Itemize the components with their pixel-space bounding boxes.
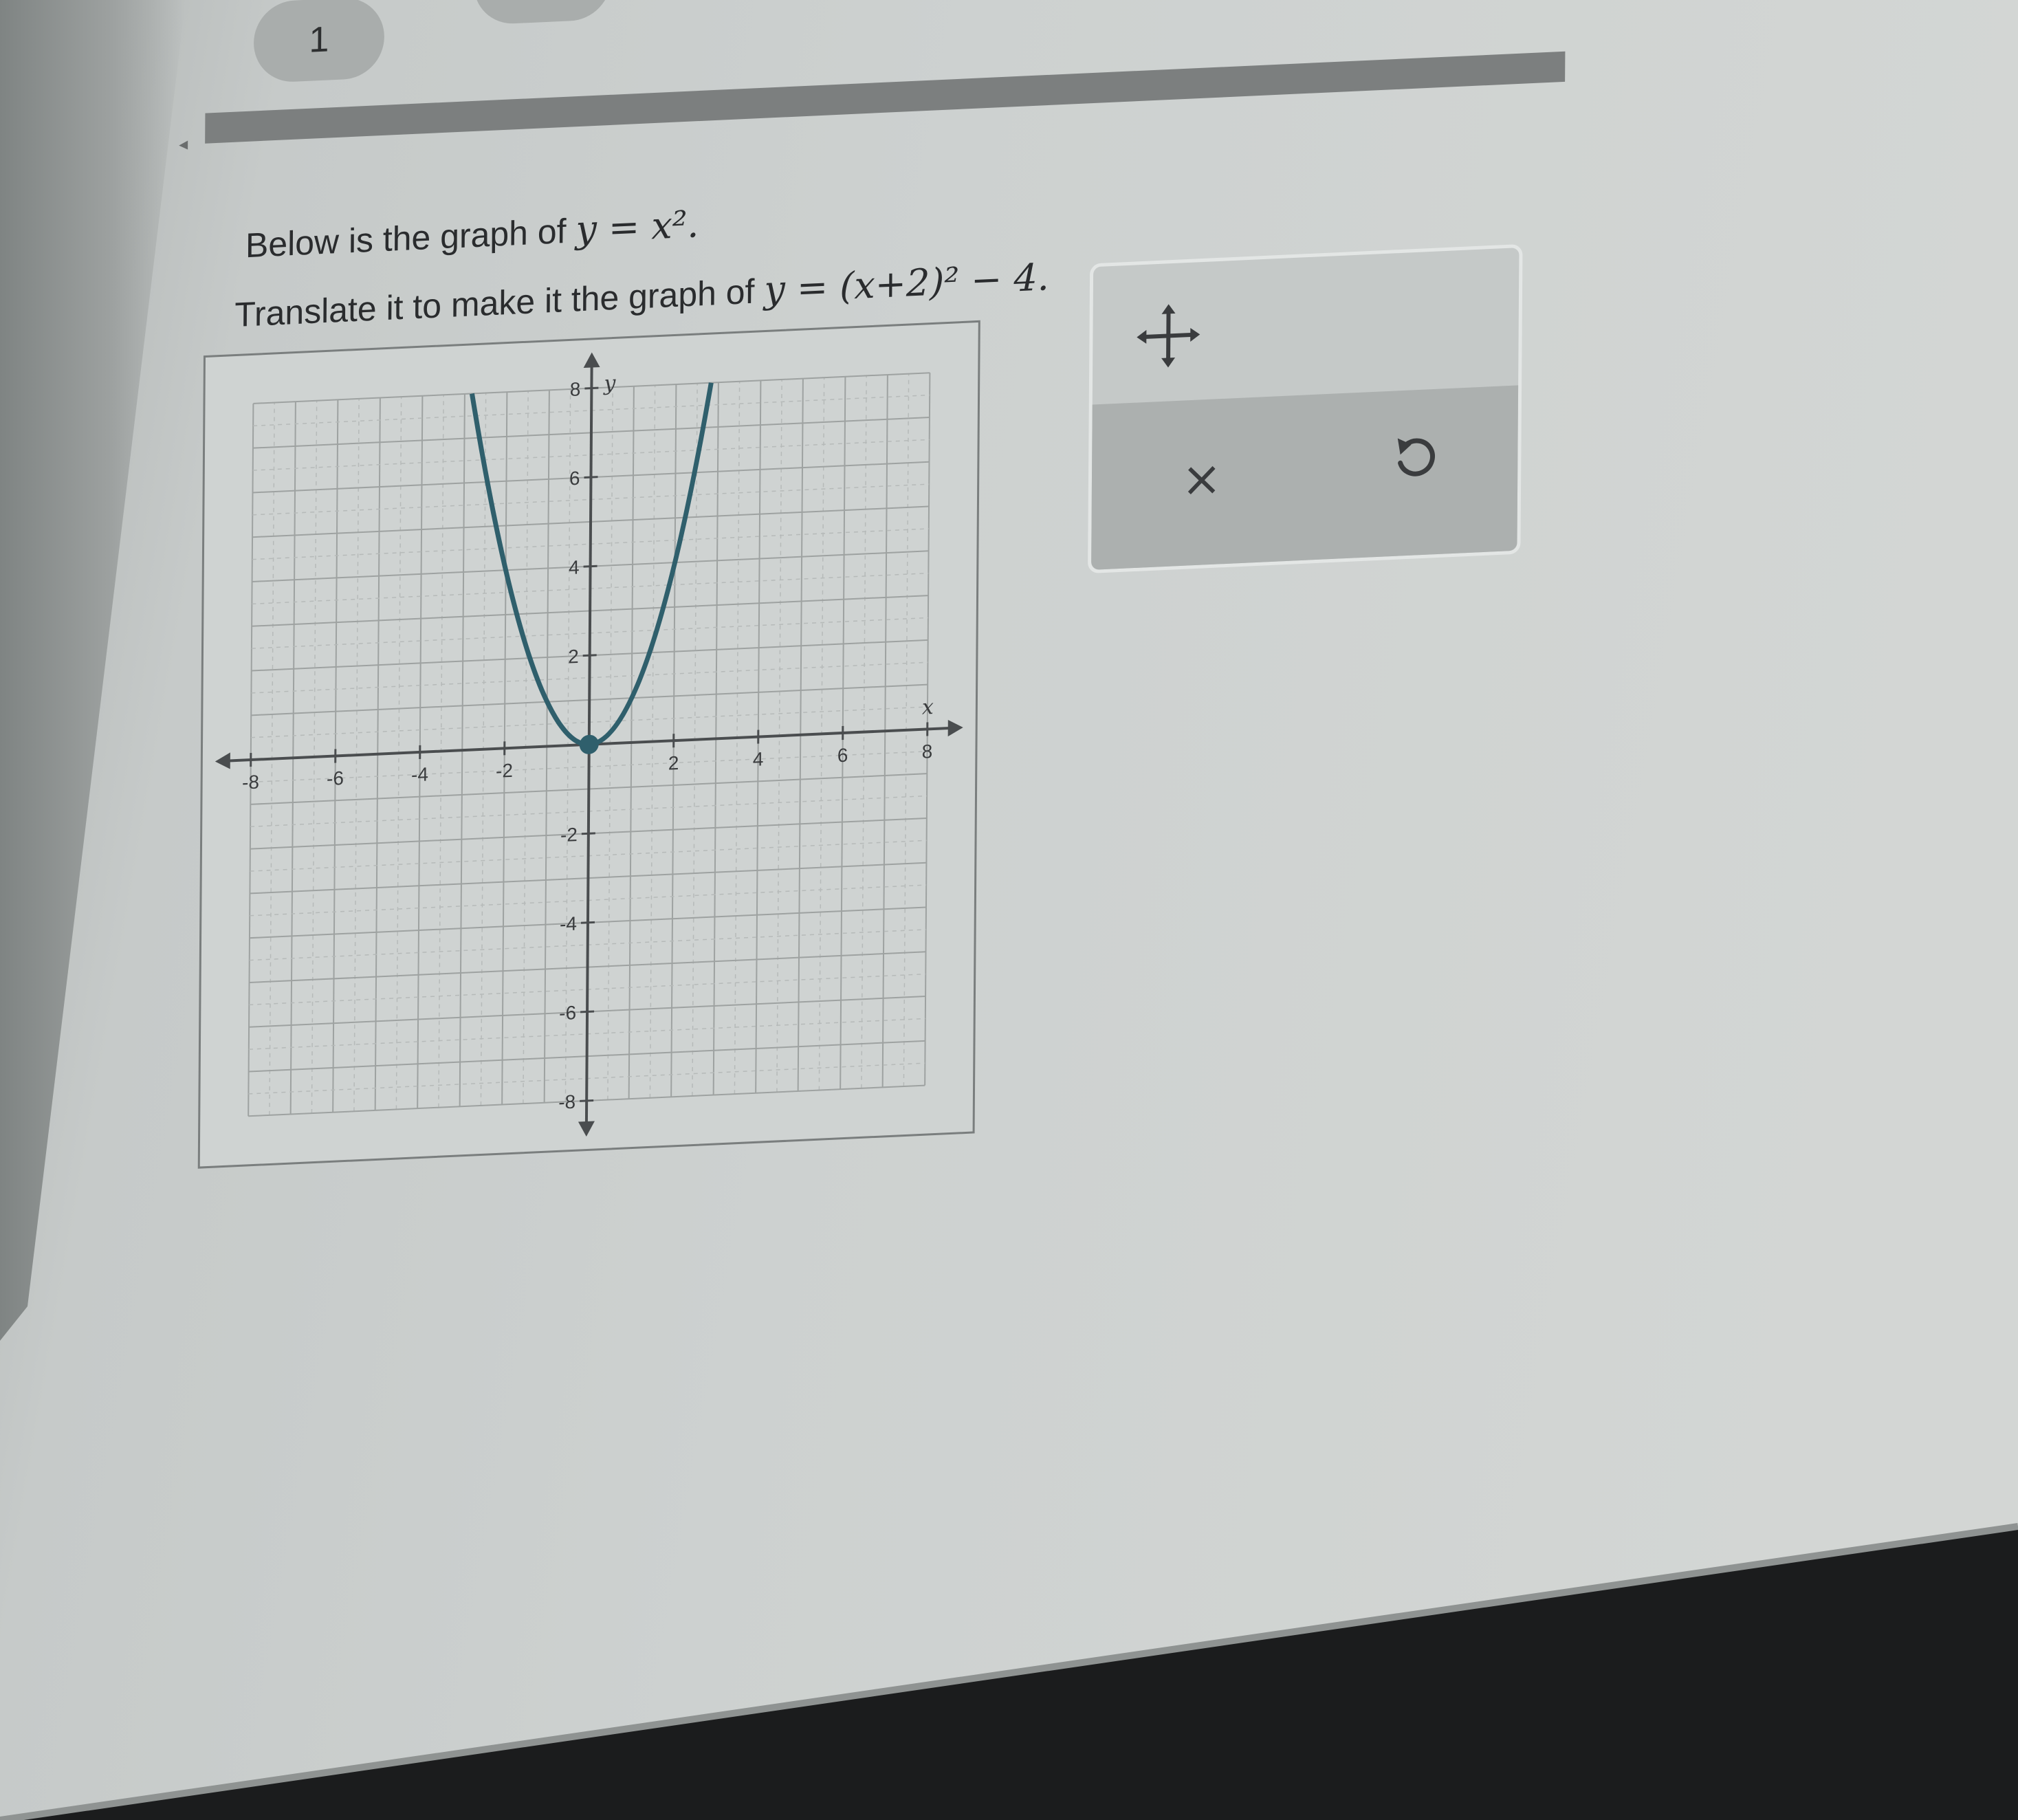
y-tick-mark bbox=[583, 564, 597, 568]
prompt-line-2-math: y = (x+2)² − 4. bbox=[764, 255, 1050, 312]
y-tick-label: -8 bbox=[558, 1091, 575, 1113]
prompt-line-2-text: Translate it to make it the graph of bbox=[234, 271, 765, 335]
prompt-line-1-math: y = x². bbox=[575, 202, 699, 252]
x-tick-label: -4 bbox=[411, 763, 428, 785]
x-tick-label: -6 bbox=[327, 767, 344, 789]
graph-area[interactable]: x y -8 -6 -4 -2 2 4 6 8 8 6 4 2 -2 -4 -6 -8 bbox=[197, 320, 980, 1169]
y-tick-mark bbox=[582, 654, 597, 657]
move-arrows-icon bbox=[1137, 304, 1200, 368]
x-tick-label: -8 bbox=[242, 771, 259, 793]
prompt-line-1: Below is the graph of y = x². bbox=[245, 202, 699, 266]
undo-icon bbox=[1397, 438, 1435, 476]
x-axis-arrow-left-icon bbox=[215, 752, 230, 769]
y-tick-label: 2 bbox=[568, 646, 579, 668]
y-axis-arrow-down-icon bbox=[578, 1121, 595, 1137]
y-axis-label: y bbox=[602, 371, 616, 396]
back-arrow-icon[interactable]: ◂ bbox=[179, 133, 188, 155]
y-tick-label: -4 bbox=[560, 913, 577, 935]
step-1-button[interactable]: 1 bbox=[253, 0, 385, 84]
y-tick-label: 8 bbox=[570, 378, 581, 400]
x-tick-label: 8 bbox=[922, 741, 933, 763]
y-tick-label: 4 bbox=[569, 556, 580, 578]
x-tick-label: 6 bbox=[837, 745, 848, 767]
prompt-line-1-text: Below is the graph of bbox=[245, 211, 576, 265]
step-2-label: 2 bbox=[532, 0, 552, 3]
y-tick-mark bbox=[580, 1099, 594, 1102]
progress-bar bbox=[205, 51, 1566, 144]
graph-canvas[interactable]: x y -8 -6 -4 -2 2 4 6 8 8 6 4 2 -2 -4 -6 -8 bbox=[200, 322, 978, 1167]
clear-button[interactable]: × bbox=[1160, 436, 1243, 523]
y-tick-mark bbox=[580, 921, 595, 924]
x-axis-arrow-right-icon bbox=[947, 720, 963, 737]
x-tick-label: 2 bbox=[668, 752, 679, 774]
y-axis-arrow-up-icon bbox=[583, 352, 600, 369]
y-tick-mark bbox=[581, 832, 595, 835]
move-tool-button[interactable] bbox=[1134, 300, 1203, 372]
vertex-point[interactable] bbox=[579, 734, 599, 754]
y-tick-label: -2 bbox=[560, 824, 578, 846]
undo-button[interactable] bbox=[1373, 416, 1456, 503]
screen: 1 2 ◂ Below is the graph of y = x². Tran… bbox=[0, 0, 2018, 1820]
y-tick-mark bbox=[580, 1010, 595, 1013]
y-tick-mark bbox=[584, 476, 598, 479]
clear-icon: × bbox=[1181, 450, 1222, 508]
y-tick-label: -6 bbox=[559, 1002, 576, 1024]
step-1-label: 1 bbox=[309, 19, 329, 61]
x-tick-label: -2 bbox=[496, 760, 513, 782]
action-bar: × bbox=[1091, 385, 1519, 570]
step-2-button[interactable]: 2 bbox=[473, 0, 612, 25]
x-tick-label: 4 bbox=[753, 748, 764, 770]
step-3-button[interactable] bbox=[693, 0, 825, 2]
page-content: 1 2 ◂ Below is the graph of y = x². Tran… bbox=[0, 0, 2016, 1820]
y-tick-label: 6 bbox=[569, 468, 580, 490]
tool-panel: × bbox=[1088, 243, 1523, 574]
x-axis-label: x bbox=[922, 695, 934, 720]
